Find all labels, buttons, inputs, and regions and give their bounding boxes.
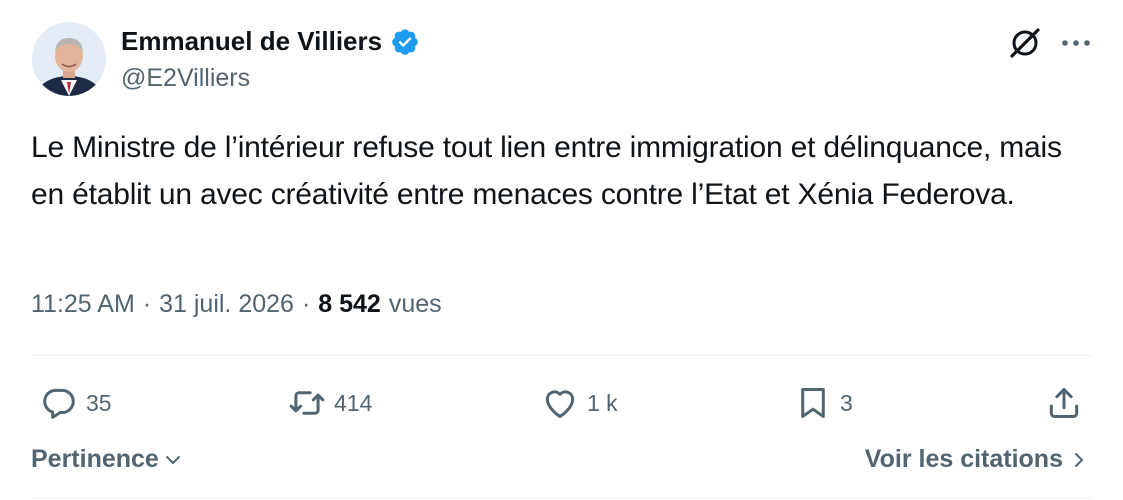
action-bar: 35 414 1 k 3 bbox=[0, 378, 1123, 428]
share-button[interactable] bbox=[1045, 378, 1083, 428]
grok-icon bbox=[1010, 28, 1040, 58]
bookmark-count: 3 bbox=[840, 389, 853, 416]
views-count[interactable]: 8 542 bbox=[318, 290, 381, 319]
reply-button[interactable]: 35 bbox=[40, 378, 112, 428]
more-options-button[interactable] bbox=[1056, 26, 1096, 60]
author-name-row[interactable]: Emmanuel de Villiers bbox=[121, 26, 420, 57]
meta-separator: · bbox=[301, 290, 311, 318]
author-handle[interactable]: @E2Villiers bbox=[121, 64, 250, 93]
view-quotes-link[interactable]: Voir les citations bbox=[865, 445, 1087, 474]
like-button[interactable]: 1 k bbox=[541, 378, 618, 428]
meta-separator: · bbox=[142, 290, 152, 318]
tweet-meta: 11:25 AM · 31 juil. 2026 · 8 542 vues bbox=[31, 290, 442, 319]
tweet-date[interactable]: 31 juil. 2026 bbox=[159, 290, 294, 319]
share-icon bbox=[1049, 388, 1079, 418]
bookmark-icon bbox=[801, 388, 825, 418]
author-display-name[interactable]: Emmanuel de Villiers bbox=[121, 26, 382, 57]
divider bbox=[31, 497, 1093, 498]
heart-icon bbox=[545, 390, 575, 418]
views-label[interactable]: vues bbox=[389, 290, 442, 319]
tweet-text: Le Ministre de l’intérieur refuse tout l… bbox=[31, 131, 1062, 211]
avatar[interactable] bbox=[32, 22, 106, 96]
divider bbox=[31, 355, 1093, 356]
tweet-time[interactable]: 11:25 AM bbox=[31, 290, 135, 319]
chevron-right-icon bbox=[1075, 452, 1083, 467]
retweet-icon bbox=[289, 391, 325, 415]
avatar-image bbox=[32, 22, 106, 96]
bookmark-button[interactable]: 3 bbox=[794, 378, 853, 428]
chevron-down-icon bbox=[165, 455, 180, 464]
sort-label: Pertinence bbox=[31, 445, 159, 473]
more-icon bbox=[1062, 40, 1090, 46]
reply-icon bbox=[43, 388, 75, 419]
verified-badge-icon[interactable] bbox=[390, 27, 420, 57]
tweet-card: Emmanuel de Villiers @E2Villiers Le Mini… bbox=[0, 0, 1123, 500]
sort-replies-dropdown[interactable]: Pertinence bbox=[31, 445, 183, 474]
like-count: 1 k bbox=[587, 389, 618, 416]
grok-button[interactable] bbox=[1004, 22, 1046, 64]
reply-count: 35 bbox=[86, 389, 112, 416]
retweet-button[interactable]: 414 bbox=[288, 378, 372, 428]
view-quotes-label: Voir les citations bbox=[864, 445, 1063, 473]
retweet-count: 414 bbox=[334, 389, 373, 416]
